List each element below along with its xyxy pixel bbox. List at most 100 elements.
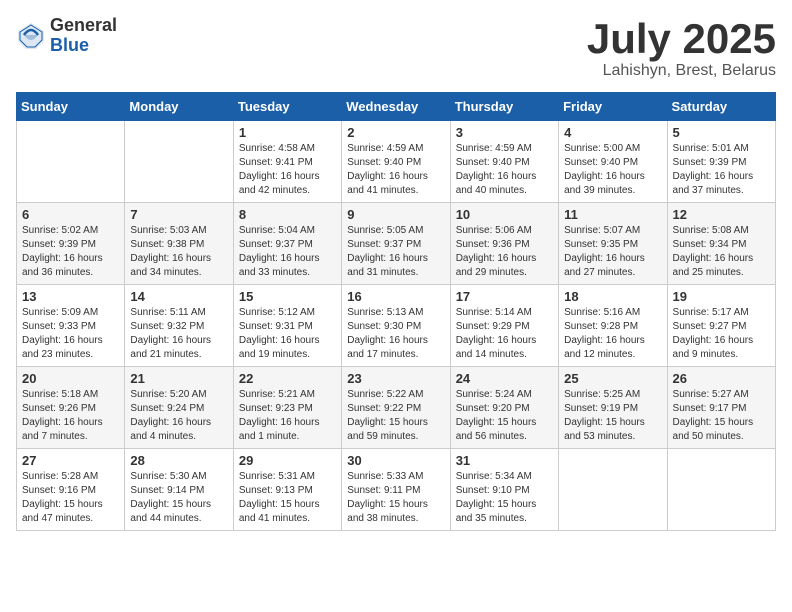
day-number: 22 <box>239 371 336 386</box>
day-number: 3 <box>456 125 553 140</box>
day-info: Sunrise: 5:05 AM Sunset: 9:37 PM Dayligh… <box>347 224 444 280</box>
calendar-cell: 4Sunrise: 5:00 AM Sunset: 9:40 PM Daylig… <box>559 121 667 203</box>
calendar-cell: 22 Sunrise: 5:21 AM Sunset: 9:23 PM Dayli… <box>233 367 341 449</box>
day-info: Sunrise: 5:02 AM Sunset: 9:39 PM Dayligh… <box>22 224 119 280</box>
day-number: 19 <box>673 289 770 304</box>
day-info: Sunrise: 4:58 AM Sunset: 9:41 PM Dayligh… <box>239 142 336 198</box>
calendar-cell: 25Sunrise: 5:25 AM Sunset: 9:19 PM Dayli… <box>559 367 667 449</box>
month-title: July 2025 <box>587 16 776 62</box>
logo: General Blue <box>16 16 117 56</box>
logo-text: General Blue <box>50 16 117 56</box>
day-number: 2 <box>347 125 444 140</box>
page-header: General Blue July 2025 Lahishyn, Brest, … <box>16 16 776 80</box>
day-number: 12 <box>673 207 770 222</box>
calendar-cell: 6Sunrise: 5:02 AM Sunset: 9:39 PM Daylig… <box>17 203 125 285</box>
logo-general: General <box>50 16 117 36</box>
calendar-cell: 29Sunrise: 5:31 AM Sunset: 9:13 PM Dayli… <box>233 449 341 531</box>
day-info: Sunrise: 5:03 AM Sunset: 9:38 PM Dayligh… <box>130 224 227 280</box>
day-number: 26 <box>673 371 770 386</box>
day-number: 29 <box>239 453 336 468</box>
day-info: Sunrise: 5:21 AM Sunset: 9:23 PM Dayligh… <box>239 388 336 444</box>
calendar-cell: 2 Sunrise: 4:59 AM Sunset: 9:40 PM Daylig… <box>342 121 450 203</box>
calendar-cell: 15Sunrise: 5:12 AM Sunset: 9:31 PM Dayli… <box>233 285 341 367</box>
weekday-header-saturday: Saturday <box>667 93 775 121</box>
day-info: Sunrise: 5:12 AM Sunset: 9:31 PM Dayligh… <box>239 306 336 362</box>
calendar-week-5: 27Sunrise: 5:28 AM Sunset: 9:16 PM Dayli… <box>17 449 776 531</box>
day-info: Sunrise: 5:17 AM Sunset: 9:27 PM Dayligh… <box>673 306 770 362</box>
day-number: 27 <box>22 453 119 468</box>
calendar-cell <box>17 121 125 203</box>
day-number: 23 <box>347 371 444 386</box>
calendar-week-3: 13 Sunrise: 5:09 AM Sunset: 9:33 PM Dayli… <box>17 285 776 367</box>
calendar-cell: 28 Sunrise: 5:30 AM Sunset: 9:14 PM Dayli… <box>125 449 233 531</box>
calendar-cell: 12 Sunrise: 5:08 AM Sunset: 9:34 PM Dayli… <box>667 203 775 285</box>
day-info: Sunrise: 5:06 AM Sunset: 9:36 PM Dayligh… <box>456 224 553 280</box>
day-info: Sunrise: 5:01 AM Sunset: 9:39 PM Dayligh… <box>673 142 770 198</box>
calendar-week-2: 6Sunrise: 5:02 AM Sunset: 9:39 PM Daylig… <box>17 203 776 285</box>
day-info: Sunrise: 4:59 AM Sunset: 9:40 PM Dayligh… <box>456 142 553 198</box>
title-block: July 2025 Lahishyn, Brest, Belarus <box>587 16 776 80</box>
calendar-cell: 23 Sunrise: 5:22 AM Sunset: 9:22 PM Dayli… <box>342 367 450 449</box>
day-info: Sunrise: 5:13 AM Sunset: 9:30 PM Dayligh… <box>347 306 444 362</box>
day-number: 9 <box>347 207 444 222</box>
calendar-cell: 26 Sunrise: 5:27 AM Sunset: 9:17 PM Dayli… <box>667 367 775 449</box>
calendar-cell: 7 Sunrise: 5:03 AM Sunset: 9:38 PM Daylig… <box>125 203 233 285</box>
day-number: 20 <box>22 371 119 386</box>
weekday-header-thursday: Thursday <box>450 93 558 121</box>
day-info: Sunrise: 5:22 AM Sunset: 9:22 PM Dayligh… <box>347 388 444 444</box>
calendar-cell: 20 Sunrise: 5:18 AM Sunset: 9:26 PM Dayli… <box>17 367 125 449</box>
logo-icon <box>16 21 46 51</box>
day-info: Sunrise: 5:33 AM Sunset: 9:11 PM Dayligh… <box>347 470 444 526</box>
day-info: Sunrise: 5:07 AM Sunset: 9:35 PM Dayligh… <box>564 224 661 280</box>
calendar-week-1: 1 Sunrise: 4:58 AM Sunset: 9:41 PM Daylig… <box>17 121 776 203</box>
calendar-cell: 16 Sunrise: 5:13 AM Sunset: 9:30 PM Dayli… <box>342 285 450 367</box>
calendar-cell: 1 Sunrise: 4:58 AM Sunset: 9:41 PM Daylig… <box>233 121 341 203</box>
weekday-header-monday: Monday <box>125 93 233 121</box>
day-number: 1 <box>239 125 336 140</box>
calendar-cell <box>559 449 667 531</box>
calendar-cell: 17Sunrise: 5:14 AM Sunset: 9:29 PM Dayli… <box>450 285 558 367</box>
weekday-header-tuesday: Tuesday <box>233 93 341 121</box>
day-info: Sunrise: 5:04 AM Sunset: 9:37 PM Dayligh… <box>239 224 336 280</box>
day-number: 21 <box>130 371 227 386</box>
day-number: 24 <box>456 371 553 386</box>
day-info: Sunrise: 4:59 AM Sunset: 9:40 PM Dayligh… <box>347 142 444 198</box>
day-number: 13 <box>22 289 119 304</box>
calendar-cell: 27Sunrise: 5:28 AM Sunset: 9:16 PM Dayli… <box>17 449 125 531</box>
day-info: Sunrise: 5:09 AM Sunset: 9:33 PM Dayligh… <box>22 306 119 362</box>
calendar-cell: 30 Sunrise: 5:33 AM Sunset: 9:11 PM Dayli… <box>342 449 450 531</box>
day-number: 5 <box>673 125 770 140</box>
calendar-cell: 10Sunrise: 5:06 AM Sunset: 9:36 PM Dayli… <box>450 203 558 285</box>
day-number: 18 <box>564 289 661 304</box>
day-info: Sunrise: 5:27 AM Sunset: 9:17 PM Dayligh… <box>673 388 770 444</box>
day-info: Sunrise: 5:08 AM Sunset: 9:34 PM Dayligh… <box>673 224 770 280</box>
day-info: Sunrise: 5:18 AM Sunset: 9:26 PM Dayligh… <box>22 388 119 444</box>
day-number: 11 <box>564 207 661 222</box>
day-info: Sunrise: 5:11 AM Sunset: 9:32 PM Dayligh… <box>130 306 227 362</box>
day-number: 8 <box>239 207 336 222</box>
calendar-cell: 8 Sunrise: 5:04 AM Sunset: 9:37 PM Daylig… <box>233 203 341 285</box>
day-info: Sunrise: 5:25 AM Sunset: 9:19 PM Dayligh… <box>564 388 661 444</box>
day-number: 14 <box>130 289 227 304</box>
day-number: 17 <box>456 289 553 304</box>
calendar-cell: 18 Sunrise: 5:16 AM Sunset: 9:28 PM Dayli… <box>559 285 667 367</box>
weekday-header-row: SundayMondayTuesdayWednesdayThursdayFrid… <box>17 93 776 121</box>
weekday-header-friday: Friday <box>559 93 667 121</box>
day-number: 30 <box>347 453 444 468</box>
calendar-cell: 21Sunrise: 5:20 AM Sunset: 9:24 PM Dayli… <box>125 367 233 449</box>
weekday-header-wednesday: Wednesday <box>342 93 450 121</box>
calendar-cell: 11 Sunrise: 5:07 AM Sunset: 9:35 PM Dayli… <box>559 203 667 285</box>
calendar-cell <box>125 121 233 203</box>
day-number: 7 <box>130 207 227 222</box>
day-number: 4 <box>564 125 661 140</box>
location: Lahishyn, Brest, Belarus <box>587 62 776 80</box>
day-info: Sunrise: 5:30 AM Sunset: 9:14 PM Dayligh… <box>130 470 227 526</box>
day-info: Sunrise: 5:16 AM Sunset: 9:28 PM Dayligh… <box>564 306 661 362</box>
day-number: 16 <box>347 289 444 304</box>
calendar-cell: 31 Sunrise: 5:34 AM Sunset: 9:10 PM Dayli… <box>450 449 558 531</box>
day-info: Sunrise: 5:34 AM Sunset: 9:10 PM Dayligh… <box>456 470 553 526</box>
calendar-cell: 19 Sunrise: 5:17 AM Sunset: 9:27 PM Dayli… <box>667 285 775 367</box>
day-number: 31 <box>456 453 553 468</box>
day-number: 28 <box>130 453 227 468</box>
day-info: Sunrise: 5:24 AM Sunset: 9:20 PM Dayligh… <box>456 388 553 444</box>
